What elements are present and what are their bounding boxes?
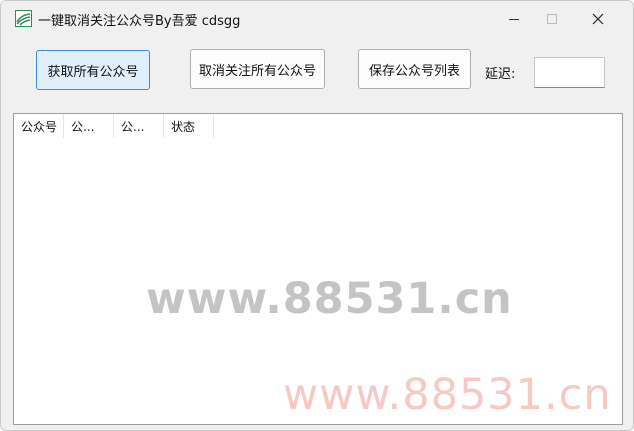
column-header-3[interactable]: 公... (114, 114, 164, 138)
app-logo-icon (15, 10, 32, 27)
close-icon (592, 13, 604, 25)
column-header-status[interactable]: 状态 (164, 114, 214, 138)
close-button[interactable] (575, 1, 621, 37)
maximize-button[interactable] (529, 1, 575, 37)
center-watermark: www.88531.cn (146, 274, 513, 324)
delay-label: 延迟: (485, 67, 516, 82)
title-bar[interactable]: 一键取消关注公众号By吾爱 cdsgg (1, 1, 633, 37)
list-header: 公众号 公... 公... 状态 (14, 114, 214, 138)
unfollow-all-button[interactable]: 取消关注所有公众号 (190, 49, 325, 89)
app-window: 一键取消关注公众号By吾爱 cdsgg 获取所有公众号 取消关注所有公众号 保存… (0, 0, 634, 431)
delay-input[interactable] (534, 57, 605, 88)
minimize-icon (509, 18, 519, 20)
column-header-2[interactable]: 公... (64, 114, 114, 138)
corner-watermark: www.88531.cn (283, 370, 612, 420)
window-title: 一键取消关注公众号By吾爱 cdsgg (38, 14, 241, 29)
maximize-icon (547, 14, 557, 24)
fetch-all-accounts-button[interactable]: 获取所有公众号 (36, 50, 150, 90)
save-list-button[interactable]: 保存公众号列表 (358, 49, 471, 89)
client-area: 获取所有公众号 取消关注所有公众号 保存公众号列表 延迟: 公众号 公... 公… (13, 37, 623, 427)
column-header-account[interactable]: 公众号 (14, 114, 64, 138)
